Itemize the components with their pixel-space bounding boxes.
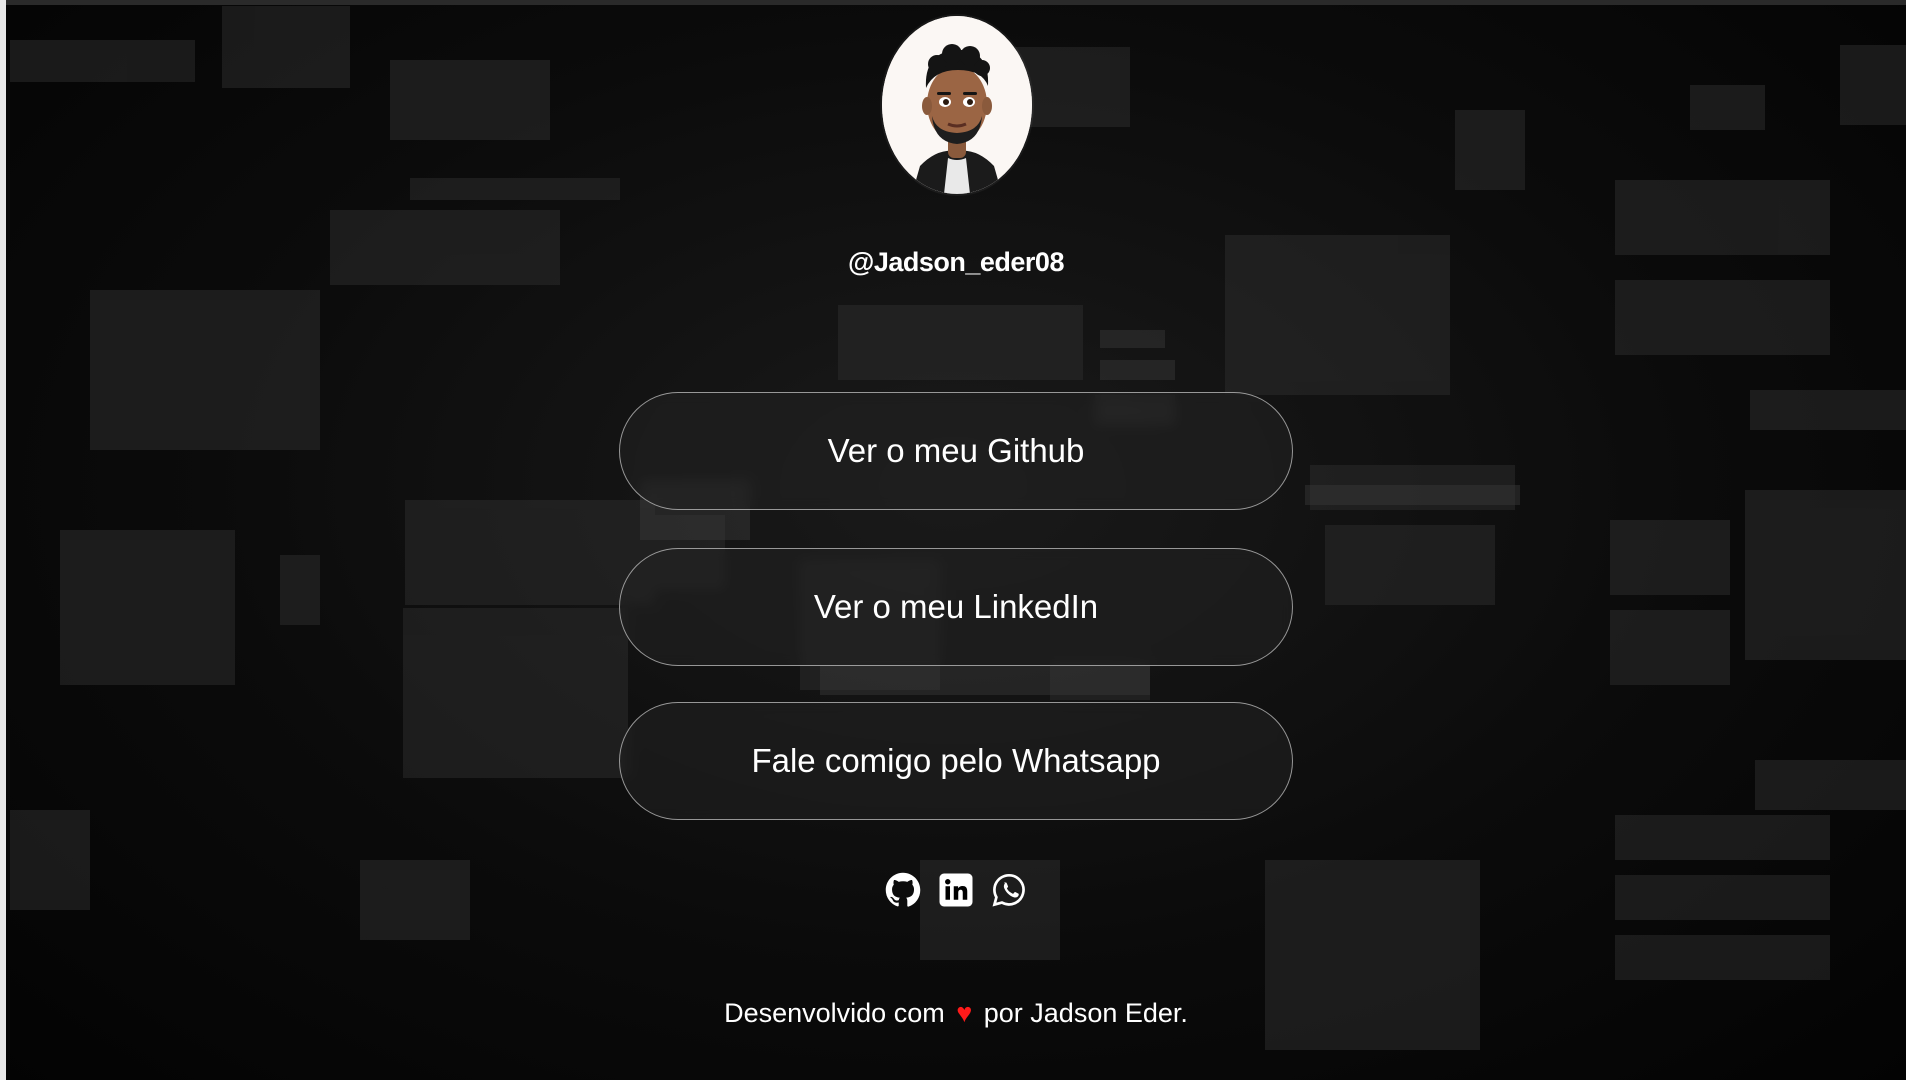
footer-prefix: Desenvolvido com (724, 998, 945, 1028)
heart-icon: ♥ (956, 998, 973, 1028)
whatsapp-link-label: Fale comigo pelo Whatsapp (751, 742, 1161, 779)
footer-credit: Desenvolvido com ♥ por Jadson Eder. (653, 998, 1259, 1029)
linkedin-link-button[interactable]: Ver o meu LinkedIn (619, 548, 1293, 666)
avatar-image (882, 16, 1032, 194)
github-link-button[interactable]: Ver o meu Github (619, 392, 1293, 510)
avatar (882, 16, 1032, 194)
github-link-label: Ver o meu Github (827, 432, 1085, 469)
linkedin-link-label: Ver o meu LinkedIn (813, 588, 1099, 625)
username: @Jadson_eder08 (848, 247, 1064, 277)
social-icons (883, 866, 1029, 914)
whatsapp-link-button[interactable]: Fale comigo pelo Whatsapp (619, 702, 1293, 820)
linkedin-icon[interactable] (936, 870, 976, 910)
link-page: @Jadson_eder08 Ver o meu Github Ver o me… (0, 0, 1906, 1080)
github-icon[interactable] (883, 870, 923, 910)
whatsapp-icon[interactable] (989, 870, 1029, 910)
profile-section: @Jadson_eder08 Ver o meu Github Ver o me… (0, 0, 1906, 1080)
footer-suffix: por Jadson Eder. (983, 998, 1188, 1028)
